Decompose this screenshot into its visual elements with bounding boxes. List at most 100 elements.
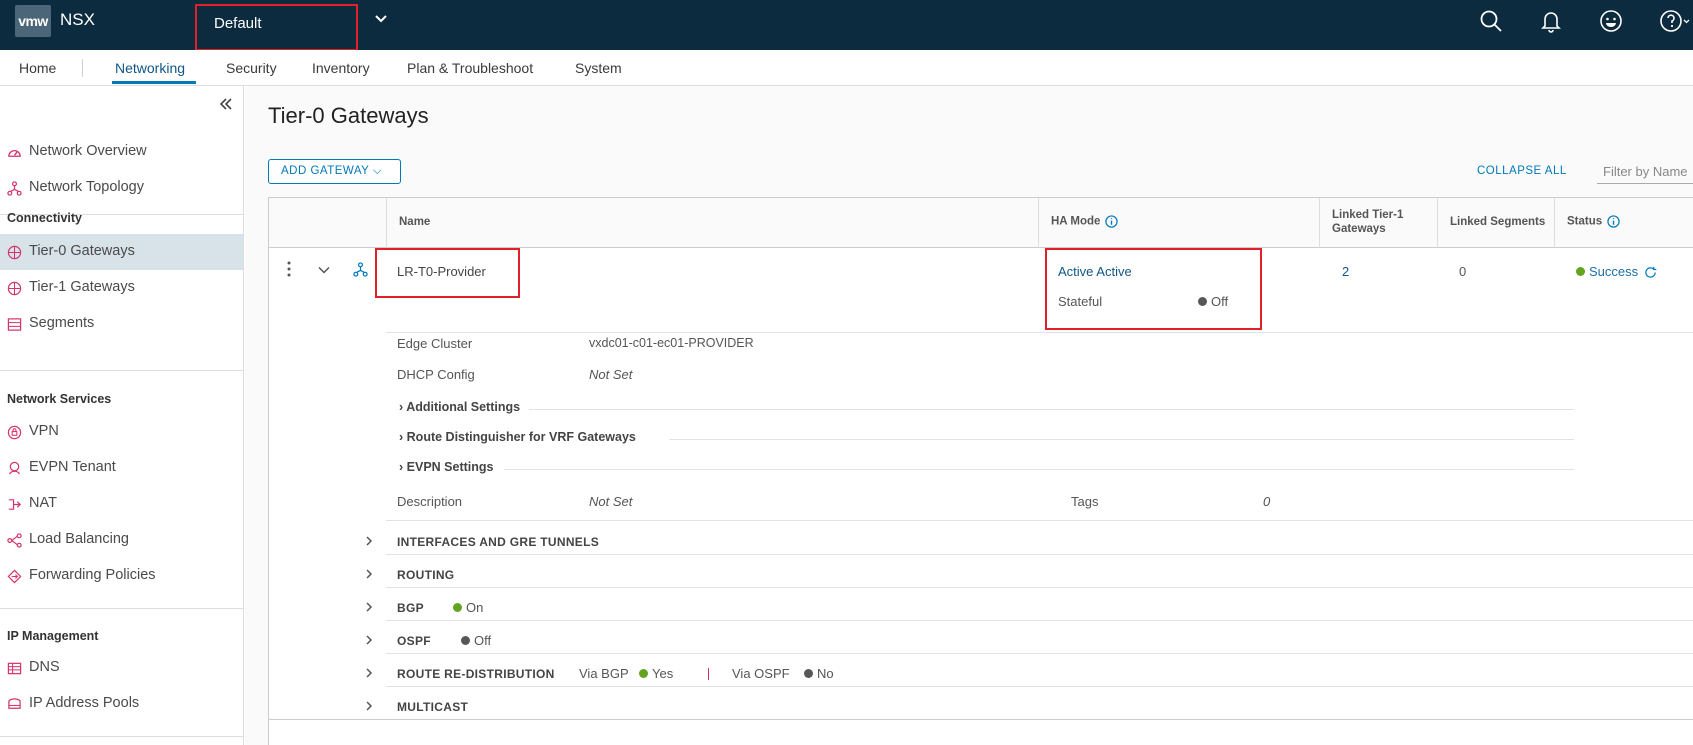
ip-pool-icon [8,698,21,709]
column-header-linked-segments[interactable]: Linked Segments [1437,198,1554,248]
via-ospf-label: Via OSPF [732,666,790,681]
sidebar-item-label: Tier-0 Gateways [29,243,135,259]
bell-icon[interactable] [1538,8,1564,34]
expander-label: Additional Settings [406,400,521,414]
collapse-sidebar-icon[interactable] [216,94,236,114]
gateway-name[interactable]: LR-T0-Provider [397,264,486,279]
info-icon[interactable] [1607,215,1620,228]
chevron-right-icon[interactable] [363,667,375,679]
filter-input[interactable]: Filter by Name [1597,160,1693,184]
tags-value[interactable]: 0 [1263,494,1270,509]
sidebar-item-label: Forwarding Policies [29,567,156,583]
edge-cluster-label: Edge Cluster [397,336,473,351]
sidebar-item-dns[interactable]: DNS [0,650,243,686]
bgp-value: On [466,600,484,615]
route-distinguisher-expander[interactable]: › Route Distinguisher for VRF Gateways [399,430,636,444]
no-dot [804,669,813,679]
chevron-down-icon[interactable] [317,263,331,277]
off-dot [461,636,470,646]
expander-label: Route Distinguisher for VRF Gateways [406,430,636,444]
add-gateway-button[interactable]: ADD GATEWAY ⌵ [268,159,401,184]
section-interfaces[interactable]: INTERFACES AND GRE TUNNELS [397,535,599,549]
ospf-status: Off [461,633,491,648]
help-icon[interactable] [1658,8,1690,34]
via-bgp-label: Via BGP [579,666,629,681]
success-dot [1576,267,1585,277]
chevron-right-icon[interactable] [363,634,375,646]
sidebar: Network Overview Network Topology Connec… [0,86,244,745]
section-routing[interactable]: ROUTING [397,568,454,582]
yes-dot [639,669,648,679]
dhcp-config-value[interactable]: Not Set [589,367,632,382]
tab-security[interactable]: Security [226,60,277,76]
chevron-right-icon[interactable] [363,535,375,547]
sidebar-item-network-topology[interactable]: Network Topology [0,170,243,206]
ha-mode-value: Active Active [1058,264,1132,279]
column-header-label: Gateways [1332,223,1386,235]
divider [669,439,1574,440]
sidebar-item-nat[interactable]: NAT [0,486,243,522]
divider [269,719,1693,720]
add-gateway-label: ADD GATEWAY [281,165,370,177]
chevron-right-icon[interactable] [363,601,375,613]
refresh-icon[interactable] [1644,266,1657,279]
divider [386,620,1693,621]
sidebar-item-label: Network Overview [29,143,147,159]
topology-icon [7,181,22,196]
sidebar-group-ip-management: IP Management [7,629,99,643]
section-route-redistribution[interactable]: ROUTE RE-DISTRIBUTION [397,667,555,681]
info-icon[interactable] [1105,215,1119,228]
main-nav: Home Networking Security Inventory Plan … [0,50,1693,86]
page-title: Tier-0 Gateways [268,103,429,128]
column-header-label: Linked Segments [1450,216,1546,228]
gateway-icon [7,281,22,296]
linked-t1-count[interactable]: 2 [1342,264,1349,279]
segments-icon [7,318,22,331]
tab-home[interactable]: Home [19,60,56,76]
sidebar-divider [0,608,243,609]
gauge-icon [8,150,21,157]
lock-globe-icon [7,425,22,440]
chevron-right-icon[interactable] [363,568,375,580]
section-bgp[interactable]: BGP [397,601,424,615]
sidebar-item-segments[interactable]: Segments [0,306,243,342]
column-header-ha-mode[interactable]: HA Mode [1038,198,1319,248]
search-icon[interactable] [1478,8,1504,34]
expander-label: EVPN Settings [406,460,494,474]
tab-system[interactable]: System [575,60,622,76]
status-label: Status [1567,215,1603,228]
sidebar-item-forwarding-policies[interactable]: Forwarding Policies [0,558,243,594]
ospf-value: Off [474,633,492,648]
on-dot [453,603,462,613]
additional-settings-expander[interactable]: › Additional Settings [399,400,520,414]
project-selector-value: Default [214,15,262,32]
main-content: Tier-0 Gateways ADD GATEWAY ⌵ COLLAPSE A… [245,86,1693,745]
divider [504,469,1574,470]
more-actions-icon[interactable] [285,260,293,278]
tenant-icon [9,461,20,475]
nav-divider [82,59,83,77]
sidebar-item-network-overview[interactable]: Network Overview [0,134,243,170]
sidebar-item-tier0-gateways[interactable]: Tier-0 Gateways [0,234,243,270]
sidebar-item-vpn[interactable]: VPN [0,414,243,450]
section-ospf[interactable]: OSPF [397,634,431,648]
sidebar-item-tier1-gateways[interactable]: Tier-1 Gateways [0,270,243,306]
divider [386,587,1693,588]
sidebar-item-load-balancing[interactable]: Load Balancing [0,522,243,558]
evpn-settings-expander[interactable]: › EVPN Settings [399,460,493,474]
column-header-name[interactable]: Name [386,198,1038,248]
tab-inventory[interactable]: Inventory [312,60,370,76]
sidebar-item-evpn-tenant[interactable]: EVPN Tenant [0,450,243,486]
tab-networking[interactable]: Networking [115,60,185,76]
user-face-icon[interactable] [1598,8,1624,34]
chevron-down-icon[interactable] [372,10,390,28]
column-header-linked-t1[interactable]: Linked Tier-1 Gateways [1319,198,1437,248]
section-multicast[interactable]: MULTICAST [397,700,468,714]
divider [386,686,1693,687]
tab-plan-troubleshoot[interactable]: Plan & Troubleshoot [407,60,533,76]
sidebar-item-ip-address-pools[interactable]: IP Address Pools [0,686,243,722]
column-header-status[interactable]: Status [1554,198,1693,248]
chevron-right-icon[interactable] [363,700,375,712]
collapse-all-link[interactable]: COLLAPSE ALL [1477,165,1567,177]
project-selector[interactable]: Default [195,4,358,51]
